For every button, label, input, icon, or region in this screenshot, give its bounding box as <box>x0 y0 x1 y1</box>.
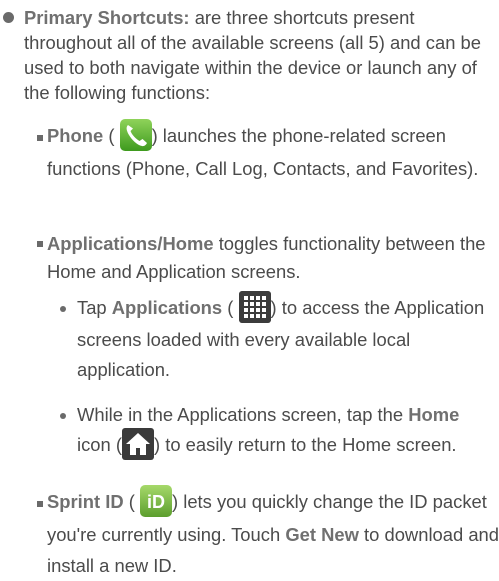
sprint-id-label: Sprint ID <box>47 491 124 512</box>
phone-icon <box>119 119 152 152</box>
primary-shortcuts-paragraph: Primary Shortcuts: are three shortcuts p… <box>24 5 494 105</box>
phone-label: Phone <box>47 125 104 146</box>
svg-text:iD: iD <box>147 492 165 512</box>
apps-home-paragraph: Applications/Home toggles functionality … <box>47 233 486 282</box>
sprint-id-paragraph: Sprint ID ( iD ) lets you quickly change… <box>47 485 499 581</box>
get-new-label: Get New <box>285 524 359 546</box>
tap-home-paragraph: While in the Applications screen, tap th… <box>77 400 497 462</box>
page: Primary Shortcuts: are three shortcuts p… <box>0 0 499 576</box>
bullet-level2 <box>37 135 43 141</box>
bullet-level3 <box>60 413 66 419</box>
bullet-level1 <box>3 12 14 23</box>
home-label: Home <box>408 404 460 425</box>
bullet-level2 <box>37 241 43 247</box>
bullet-level3 <box>60 306 66 312</box>
tap-apps-paragraph: Tap Applications ( ) to access the Appli… <box>77 291 497 385</box>
phone-paragraph: Phone ( ) launches the phone-related scr… <box>47 119 499 184</box>
home-icon <box>121 428 154 461</box>
apps-grid-icon <box>238 291 271 324</box>
applications-label: Applications <box>111 297 223 318</box>
apps-home-label: Applications/Home <box>47 233 214 254</box>
bullet-level2 <box>37 501 43 507</box>
sprint-id-icon: iD <box>140 485 172 518</box>
primary-shortcuts-title: Primary Shortcuts: <box>24 7 190 28</box>
